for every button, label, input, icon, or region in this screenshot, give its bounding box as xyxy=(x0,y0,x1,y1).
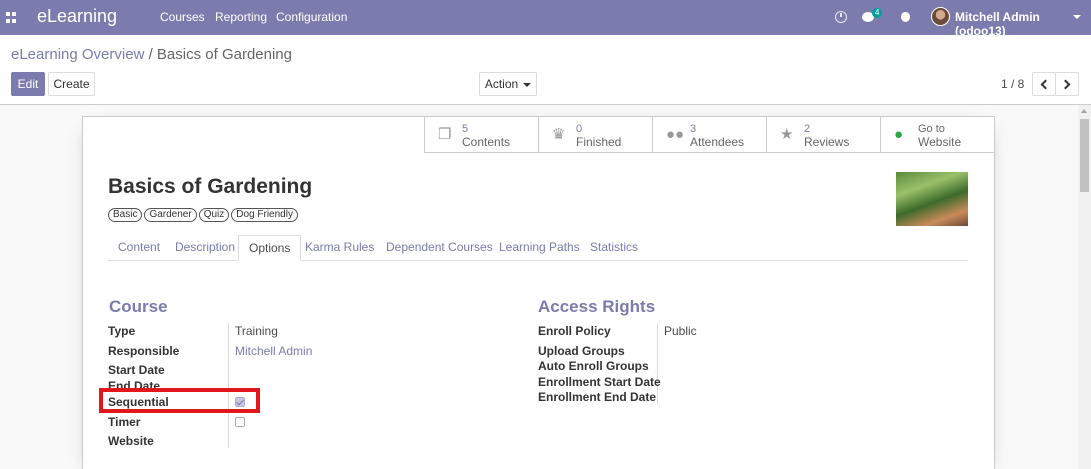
finished-stat-button[interactable]: ♛ 0 Finished xyxy=(538,117,652,152)
breadcrumb-current: Basics of Gardening xyxy=(156,46,292,63)
stat-value: 5 xyxy=(462,123,469,135)
chevron-right-icon xyxy=(1060,79,1071,90)
breadcrumb-parent[interactable]: eLearning Overview xyxy=(11,46,144,63)
website-stat-button[interactable]: ● Go to Website xyxy=(880,117,994,152)
chevron-left-icon xyxy=(1040,79,1051,90)
avatar[interactable] xyxy=(931,7,950,26)
trophy-icon: ♛ xyxy=(552,126,566,143)
enrollment-end-date-label: Enrollment End Date xyxy=(538,390,657,404)
smart-button-box: ❐ 5 Contents ♛ 0 Finished ●● 3 Attendees… xyxy=(424,117,995,153)
responsible-value[interactable]: Mitchell Admin xyxy=(235,344,312,358)
tab-options[interactable]: Options xyxy=(238,235,302,261)
stat-value: Go to xyxy=(918,123,945,135)
users-icon: ●● xyxy=(666,126,685,143)
menu-configuration[interactable]: Configuration xyxy=(276,10,347,24)
start-date-label: Start Date xyxy=(108,363,165,377)
breadcrumb-separator: / xyxy=(148,46,153,63)
tab-description[interactable]: Description xyxy=(165,235,245,261)
enrollment-start-date-label: Enrollment Start Date xyxy=(538,375,661,389)
create-button[interactable]: Create xyxy=(48,72,95,96)
type-label: Type xyxy=(108,324,136,338)
clock-icon[interactable] xyxy=(835,11,847,23)
access-rights-group-title: Access Rights xyxy=(538,297,656,316)
tab-learning-paths[interactable]: Learning Paths xyxy=(489,235,590,261)
stat-label: Contents xyxy=(462,135,511,149)
tab-content[interactable]: Content xyxy=(108,235,170,261)
tag-list: Basic Gardener Quiz Dog Friendly xyxy=(108,208,298,222)
course-group-title: Course xyxy=(109,297,168,316)
bug-icon[interactable] xyxy=(901,12,910,22)
vertical-scrollbar[interactable] xyxy=(1078,105,1091,469)
tag[interactable]: Basic xyxy=(108,208,143,222)
breadcrumb: eLearning Overview / Basics of Gardening xyxy=(11,46,292,63)
course-image[interactable] xyxy=(896,172,968,226)
menu-reporting[interactable]: Reporting xyxy=(215,10,267,24)
responsible-label: Responsible xyxy=(108,344,180,358)
stat-label: Website xyxy=(918,135,962,149)
tag[interactable]: Dog Friendly xyxy=(231,208,298,222)
timer-label: Timer xyxy=(108,415,141,429)
upload-groups-label: Upload Groups xyxy=(538,344,625,358)
chevron-down-icon[interactable] xyxy=(1073,15,1081,19)
pager-next-button[interactable] xyxy=(1055,72,1079,96)
scroll-up-icon[interactable] xyxy=(1081,109,1087,113)
reviews-stat-button[interactable]: ★ 2 Reviews xyxy=(766,117,880,152)
action-dropdown-button[interactable]: Action xyxy=(479,72,537,96)
contents-stat-button[interactable]: ❐ 5 Contents xyxy=(424,117,538,152)
form-sheet: ❐ 5 Contents ♛ 0 Finished ●● 3 Attendees… xyxy=(82,116,995,469)
stat-value: 3 xyxy=(690,123,697,135)
tag[interactable]: Quiz xyxy=(198,208,230,222)
stat-label: Finished xyxy=(576,135,622,149)
apps-menu-icon[interactable] xyxy=(6,12,17,23)
caret-down-icon xyxy=(523,82,532,87)
edit-button[interactable]: Edit xyxy=(11,72,45,96)
course-group-divider xyxy=(228,323,229,448)
stat-label: Reviews xyxy=(804,135,850,149)
tab-dependent-courses[interactable]: Dependent Courses xyxy=(376,235,503,261)
enroll-policy-label: Enroll Policy xyxy=(538,324,611,338)
pager-previous-button[interactable] xyxy=(1032,72,1056,96)
sequential-highlight-box xyxy=(99,388,260,413)
contents-icon: ❐ xyxy=(438,126,452,143)
tab-karma-rules[interactable]: Karma Rules xyxy=(295,235,384,261)
auto-enroll-groups-label: Auto Enroll Groups xyxy=(538,359,649,373)
scroll-thumb[interactable] xyxy=(1080,119,1089,192)
stat-label: Attendees xyxy=(690,135,745,149)
tab-statistics[interactable]: Statistics xyxy=(580,235,648,261)
tag[interactable]: Gardener xyxy=(144,208,197,222)
message-count-badge: 4 xyxy=(872,8,883,18)
pager-value[interactable]: 1 / 8 xyxy=(1001,77,1024,91)
stat-value: 2 xyxy=(804,123,811,135)
action-label: Action xyxy=(484,77,519,91)
globe-icon: ● xyxy=(894,126,904,143)
enroll-policy-value: Public xyxy=(664,324,697,338)
star-icon: ★ xyxy=(780,126,794,143)
app-brand[interactable]: eLearning xyxy=(37,6,117,27)
top-navbar: eLearning Courses Reporting Configuratio… xyxy=(0,0,1091,38)
course-title[interactable]: Basics of Gardening xyxy=(108,175,312,199)
notebook-tabs: Content Description Options Karma Rules … xyxy=(108,235,968,261)
user-menu[interactable]: Mitchell Admin (odoo13) xyxy=(955,10,1091,38)
access-group-divider xyxy=(657,323,658,405)
stat-value: 0 xyxy=(576,123,583,135)
attendees-stat-button[interactable]: ●● 3 Attendees xyxy=(652,117,766,152)
timer-checkbox[interactable] xyxy=(235,417,245,427)
website-label: Website xyxy=(108,434,154,448)
type-value: Training xyxy=(235,324,278,338)
menu-courses[interactable]: Courses xyxy=(160,10,205,24)
